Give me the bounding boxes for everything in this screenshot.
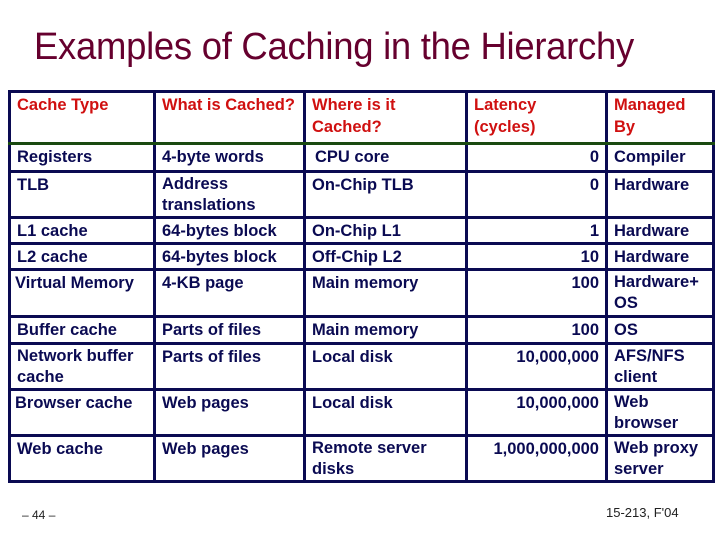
cell-what: 4-KB page: [153, 268, 306, 318]
page-number: – 44 –: [22, 508, 56, 522]
cell-cache-type: L1 cache: [8, 216, 156, 245]
cell-what: Parts of files: [153, 315, 306, 345]
header-cache-type: Cache Type: [8, 90, 156, 145]
cell-latency: 0: [465, 142, 608, 173]
cell-managed-by: OS: [605, 315, 715, 345]
cell-cache-type: Network buffer cache: [8, 342, 156, 391]
cell-what: Address translations: [153, 170, 306, 219]
cell-latency: 1: [465, 216, 608, 245]
table-row: TLB Address translations On-Chip TLB 0 H…: [8, 170, 715, 219]
header-where-is-it-cached: Where is it Cached?: [303, 90, 468, 145]
cell-what: 4-byte words: [153, 142, 306, 173]
table-row: Web cache Web pages Remote server disks …: [8, 434, 715, 483]
cell-where: Remote server disks: [303, 434, 468, 483]
table-row: Buffer cache Parts of files Main memory …: [8, 315, 715, 345]
table-header-row: Cache Type What is Cached? Where is it C…: [8, 90, 715, 145]
cell-cache-type: Virtual Memory: [8, 268, 156, 318]
header-latency: Latency (cycles): [465, 90, 608, 145]
cell-where: On-Chip TLB: [303, 170, 468, 219]
cell-latency: 100: [465, 315, 608, 345]
cell-cache-type: Web cache: [8, 434, 156, 483]
cell-cache-type: TLB: [8, 170, 156, 219]
cell-what: Parts of files: [153, 342, 306, 391]
slide-title: Examples of Caching in the Hierarchy: [34, 26, 634, 68]
table-row: Browser cache Web pages Local disk 10,00…: [8, 388, 715, 437]
table-row: Network buffer cache Parts of files Loca…: [8, 342, 715, 391]
cell-latency: 100: [465, 268, 608, 318]
cell-cache-type: Browser cache: [8, 388, 156, 437]
cell-managed-by: Hardware: [605, 170, 715, 219]
cell-cache-type: L2 cache: [8, 242, 156, 271]
cell-managed-by: Web proxy server: [605, 434, 715, 483]
cell-where: CPU core: [303, 142, 468, 173]
cell-where: On-Chip L1: [303, 216, 468, 245]
cell-what: Web pages: [153, 388, 306, 437]
cell-what: Web pages: [153, 434, 306, 483]
table-row: Registers 4-byte words CPU core 0 Compil…: [8, 142, 715, 173]
cell-latency: 10,000,000: [465, 342, 608, 391]
cell-cache-type: Buffer cache: [8, 315, 156, 345]
cell-what: 64-bytes block: [153, 242, 306, 271]
cell-managed-by: Hardware: [605, 216, 715, 245]
cell-where: Main memory: [303, 315, 468, 345]
cell-latency: 0: [465, 170, 608, 219]
cell-latency: 1,000,000,000: [465, 434, 608, 483]
cell-managed-by: Web browser: [605, 388, 715, 437]
cell-where: Off-Chip L2: [303, 242, 468, 271]
header-managed-by: Managed By: [605, 90, 715, 145]
cell-where: Main memory: [303, 268, 468, 318]
cell-latency: 10: [465, 242, 608, 271]
course-label: 15-213, F'04: [606, 505, 679, 520]
table-row: Virtual Memory 4-KB page Main memory 100…: [8, 268, 715, 318]
cell-latency: 10,000,000: [465, 388, 608, 437]
header-what-is-cached: What is Cached?: [153, 90, 306, 145]
cell-where: Local disk: [303, 342, 468, 391]
table-row: L2 cache 64-bytes block Off-Chip L2 10 H…: [8, 242, 715, 271]
cell-managed-by: Hardware+ OS: [605, 268, 715, 318]
cell-where: Local disk: [303, 388, 468, 437]
caching-hierarchy-table: Cache Type What is Cached? Where is it C…: [8, 90, 715, 483]
table-row: L1 cache 64-bytes block On-Chip L1 1 Har…: [8, 216, 715, 245]
cell-what: 64-bytes block: [153, 216, 306, 245]
cell-managed-by: Compiler: [605, 142, 715, 173]
cell-managed-by: Hardware: [605, 242, 715, 271]
cell-cache-type: Registers: [8, 142, 156, 173]
cell-managed-by: AFS/NFS client: [605, 342, 715, 391]
